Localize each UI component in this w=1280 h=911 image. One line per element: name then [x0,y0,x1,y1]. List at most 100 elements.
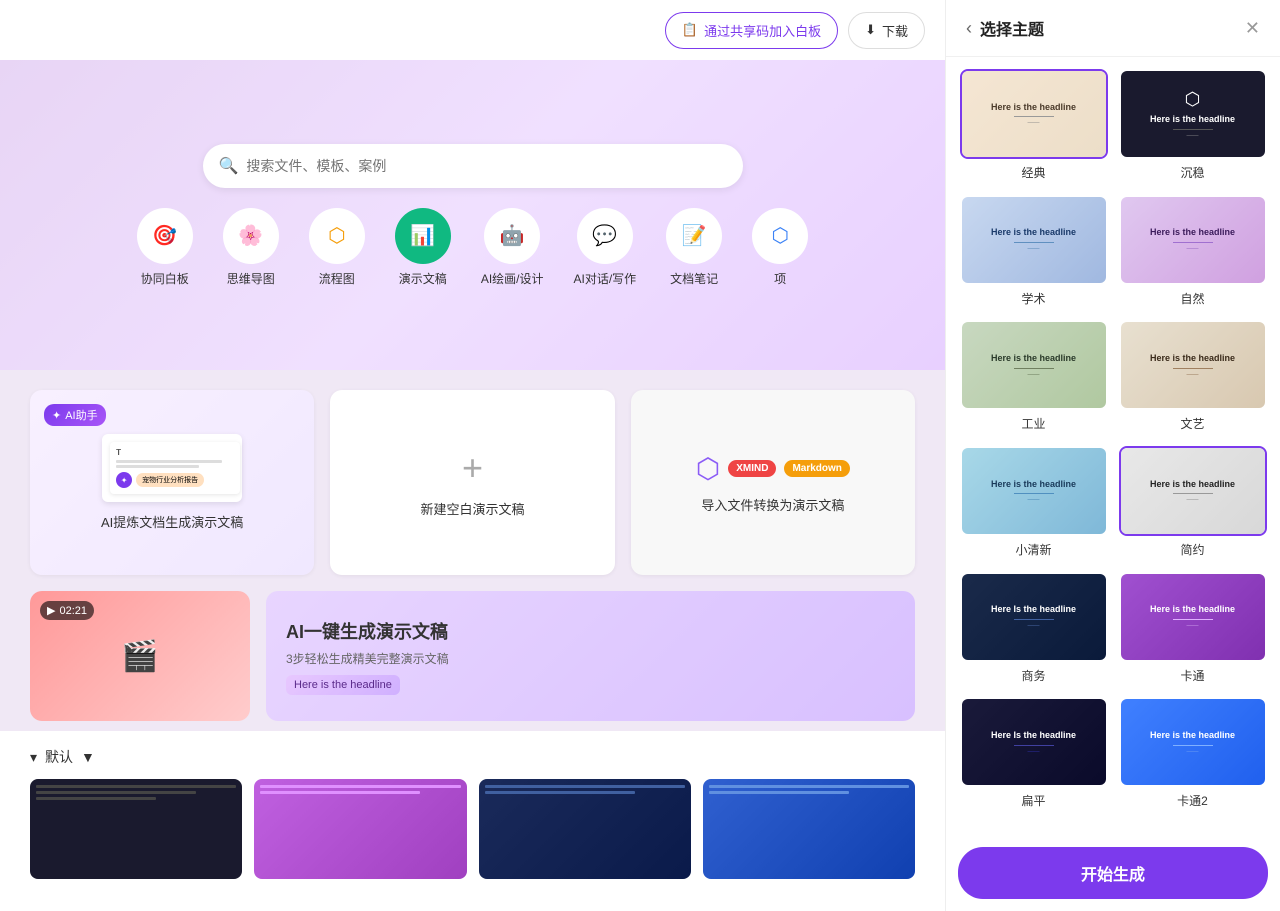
theme-name-industry: 工业 [1021,415,1045,432]
panel-close-button[interactable]: ✕ [1245,18,1260,39]
theme-name-flat: 扁平 [1021,792,1045,809]
theme-thumb-stable: ⬡ Here is the headline —— [1119,69,1267,159]
panel-header: ‹ 选择主题 ✕ [946,0,1280,57]
new-blank-label: 新建空白演示文稿 [420,499,524,518]
sidebar-item-notes[interactable]: 📝 文档笔记 [666,208,722,287]
theme-name-fresh: 小清新 [1015,541,1051,558]
import-icons: ⬡ XMIND Markdown [696,452,850,485]
panel-title-row: ‹ 选择主题 [966,16,1044,40]
theme-item-art[interactable]: Here is the headline —— 文艺 [1117,320,1268,434]
whiteboard-label: 协同白板 [141,270,189,287]
theme-item-flat[interactable]: Here Is the headline —— 扁平 [958,697,1109,811]
bottom-card-1[interactable] [30,779,242,879]
sidebar-item-ai-write[interactable]: 💬 AI对话/写作 [574,208,637,287]
import-label: 导入文件转换为演示文稿 [701,495,844,514]
ai-design-icon-circle: 🤖 [484,208,540,264]
more-label: 项 [774,270,786,287]
chevron-down-icon: ▾ [30,749,37,766]
sidebar-item-flowchart[interactable]: ⬡ 流程图 [309,208,365,287]
new-blank-card[interactable]: + 新建空白演示文稿 [330,390,614,575]
theme-item-fresh[interactable]: Here is the headline —— 小清新 [958,446,1109,560]
main-area: 📋 通过共享码加入白板 ⬇ 下载 🔍 🎯 协同白板 🌸 思维导 [0,0,945,911]
ai-gen-subtitle: 3步轻松生成精美完整演示文稿 [286,650,895,667]
search-icon: 🔍 [219,156,239,176]
bottom-card-2[interactable] [254,779,466,879]
bottom-card-4[interactable] [703,779,915,879]
content-section: ✦ AI助手 T ✦ 宠物行业分析报告 [0,370,945,741]
theme-name-cartoon: 卡通 [1180,667,1204,684]
theme-name-classic: 经典 [1021,164,1045,181]
theme-thumb-business: Here Is the headline —— [960,572,1108,662]
theme-thumb-simple: Here is the headline —— [1119,446,1267,536]
flowchart-label: 流程图 [319,270,355,287]
theme-thumb-classic: Here is the headline —— [960,69,1108,159]
theme-item-business[interactable]: Here Is the headline —— 商务 [958,572,1109,686]
sidebar-item-more[interactable]: ⬡ 项 [752,208,808,287]
ai-write-icon-circle: 💬 [577,208,633,264]
download-button[interactable]: ⬇ 下载 [848,12,925,49]
sidebar-item-ai-design[interactable]: 🤖 AI绘画/设计 [481,208,544,287]
download-icon: ⬇ [865,22,876,38]
theme-name-art: 文艺 [1180,415,1204,432]
video-duration: 02:21 [59,605,87,617]
top-bar: 📋 通过共享码加入白板 ⬇ 下载 [0,0,945,60]
theme-item-cartoon[interactable]: Here is the headline —— 卡通 [1117,572,1268,686]
search-input[interactable] [246,158,726,174]
flowchart-icon-circle: ⬡ [309,208,365,264]
notes-label: 文档笔记 [670,270,718,287]
theme-item-classic[interactable]: Here is the headline —— 经典 [958,69,1109,183]
theme-name-simple: 简约 [1180,541,1204,558]
theme-thumb-nature: Here is the headline —— [1119,195,1267,285]
ai-gen-card[interactable]: AI一键生成演示文稿 3步轻松生成精美完整演示文稿 Here is the he… [266,591,915,721]
hero-section: 🔍 🎯 协同白板 🌸 思维导图 ⬡ 流程图 [0,60,945,370]
theme-name-academic: 学术 [1021,290,1045,307]
start-generate-button[interactable]: 开始生成 [958,847,1268,899]
share-button[interactable]: 📋 通过共享码加入白板 [665,12,838,49]
ai-extract-card[interactable]: ✦ AI助手 T ✦ 宠物行业分析报告 [30,390,314,575]
mindmap-icon-circle: 🌸 [223,208,279,264]
whiteboard-icon-circle: 🎯 [137,208,193,264]
theme-item-stable[interactable]: ⬡ Here is the headline —— 沉稳 [1117,69,1268,183]
ai-badge: ✦ AI助手 [44,404,106,426]
bottom-cards-row [30,779,915,879]
theme-thumb-academic: Here is the headline —— [960,195,1108,285]
share-label: 通过共享码加入白板 [704,21,821,40]
theme-item-nature[interactable]: Here is the headline —— 自然 [1117,195,1268,309]
panel-back-button[interactable]: ‹ [966,18,972,39]
search-bar[interactable]: 🔍 [203,144,743,188]
theme-name-stable: 沉稳 [1180,164,1204,181]
theme-thumb-cartoon2: Here is the headline —— [1119,697,1267,787]
ai-gen-title: AI一键生成演示文稿 [286,618,895,644]
bottom-header: ▾ 默认 ▼ [30,747,915,767]
video-duration-badge: ▶ 02:21 [40,601,94,620]
presentation-label: 演示文稿 [399,270,447,287]
bottom-card-3[interactable] [479,779,691,879]
theme-name-business: 商务 [1021,667,1045,684]
download-label: 下载 [882,21,908,40]
more-icon-circle: ⬡ [752,208,808,264]
import-card[interactable]: ⬡ XMIND Markdown 导入文件转换为演示文稿 [631,390,915,575]
theme-item-simple[interactable]: Here is the headline —— 简约 [1117,446,1268,560]
sidebar-item-whiteboard[interactable]: 🎯 协同白板 [137,208,193,287]
sort-arrow: ▼ [81,749,95,765]
ai-card-preview: T ✦ 宠物行业分析报告 [102,434,242,502]
sidebar-item-mindmap[interactable]: 🌸 思维导图 [223,208,279,287]
theme-item-academic[interactable]: Here is the headline —— 学术 [958,195,1109,309]
video-card[interactable]: 🎬 ▶ 02:21 [30,591,250,721]
theme-thumb-art: Here is the headline —— [1119,320,1267,410]
theme-item-cartoon2[interactable]: Here is the headline —— 卡通2 [1117,697,1268,811]
theme-name-nature: 自然 [1180,290,1204,307]
sidebar-item-presentation[interactable]: 📊 演示文稿 [395,208,451,287]
theme-item-industry[interactable]: Here is the headline —— 工业 [958,320,1109,434]
panel-title: 选择主题 [980,16,1044,40]
plus-icon: + [462,447,483,489]
action-cards-row: ✦ AI助手 T ✦ 宠物行业分析报告 [30,390,915,575]
theme-grid: Here is the headline —— 经典 ⬡ Here is the… [946,57,1280,835]
theme-panel: ‹ 选择主题 ✕ Here is the headline —— 经典 [945,0,1280,911]
sort-label: 默认 [45,747,73,767]
mindmap-label: 思维导图 [227,270,275,287]
theme-thumb-industry: Here is the headline —— [960,320,1108,410]
ai-design-label: AI绘画/设计 [481,270,544,287]
theme-thumb-flat: Here Is the headline —— [960,697,1108,787]
theme-thumb-cartoon: Here is the headline —— [1119,572,1267,662]
